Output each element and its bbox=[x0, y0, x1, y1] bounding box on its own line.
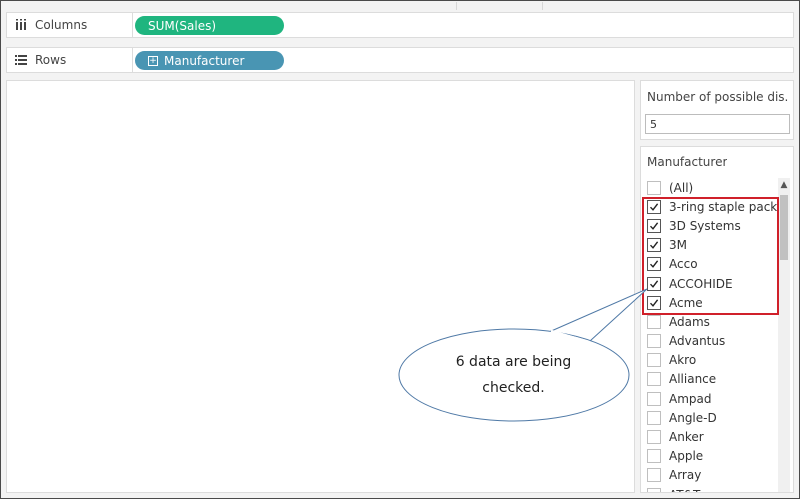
rows-shelf-label: Rows bbox=[35, 53, 67, 67]
filter-item-label: Ampad bbox=[669, 391, 712, 406]
filter-item-label: Anker bbox=[669, 430, 704, 445]
filter-title: Manufacturer bbox=[647, 155, 728, 169]
filter-item-label: AT&T bbox=[669, 488, 700, 492]
parameter-card: Number of possible dis... bbox=[640, 80, 794, 140]
filter-item[interactable]: ACCOHIDE bbox=[645, 274, 779, 293]
filter-item-label: Akro bbox=[669, 353, 697, 368]
filter-item-label: Alliance bbox=[669, 372, 717, 387]
filter-item[interactable]: 3-ring staple pack bbox=[645, 197, 779, 216]
checkbox-icon[interactable] bbox=[647, 449, 661, 464]
checkbox-icon[interactable] bbox=[647, 180, 661, 195]
checkbox-icon[interactable] bbox=[647, 353, 661, 368]
scroll-thumb[interactable] bbox=[780, 195, 788, 260]
filter-item-label: 3M bbox=[669, 238, 687, 253]
filter-list: (All) 3-ring staple pack 3D Systems 3M Acco A… bbox=[645, 178, 779, 492]
filter-item[interactable]: Angle-D bbox=[645, 408, 779, 427]
columns-shelf[interactable]: Columns SUM(Sales) bbox=[6, 12, 794, 38]
callout-line-1: 6 data are being bbox=[455, 354, 572, 370]
filter-item[interactable]: Ampad bbox=[645, 389, 779, 408]
filter-item-label: Adams bbox=[669, 314, 710, 329]
manufacturer-filter-card: Manufacturer (All) 3-ring staple pack 3D S… bbox=[640, 146, 794, 493]
checkbox-icon[interactable] bbox=[647, 314, 661, 329]
sum-sales-pill[interactable]: SUM(Sales) bbox=[135, 16, 284, 35]
filter-item-label: 3-ring staple pack bbox=[669, 199, 778, 214]
filter-item[interactable]: AT&T bbox=[645, 485, 779, 492]
filter-item[interactable]: Advantus bbox=[645, 332, 779, 351]
checked-checkbox-icon[interactable] bbox=[647, 238, 661, 253]
checkbox-icon[interactable] bbox=[647, 487, 661, 492]
filter-item-label: Acme bbox=[669, 295, 703, 310]
filter-item-label: 3D Systems bbox=[669, 218, 741, 233]
filter-item[interactable]: 3D Systems bbox=[645, 216, 779, 235]
filter-item-label: ACCOHIDE bbox=[669, 276, 733, 291]
parameter-value-input[interactable] bbox=[645, 114, 790, 134]
checkbox-icon[interactable] bbox=[647, 468, 661, 483]
manufacturer-pill-label: Manufacturer bbox=[164, 53, 245, 68]
checked-checkbox-icon[interactable] bbox=[647, 276, 661, 291]
filter-item[interactable]: Akro bbox=[645, 351, 779, 370]
filter-item-label: Advantus bbox=[669, 334, 726, 349]
checked-checkbox-icon[interactable] bbox=[647, 199, 661, 214]
filter-item-label: (All) bbox=[669, 180, 694, 195]
checkbox-icon[interactable] bbox=[647, 410, 661, 425]
parameter-title: Number of possible dis... bbox=[647, 90, 789, 104]
checked-checkbox-icon[interactable] bbox=[647, 257, 661, 272]
app-frame: Columns SUM(Sales) Rows + Manufacturer N… bbox=[0, 0, 800, 499]
callout-text: 6 data are being checked. bbox=[421, 349, 606, 401]
checkbox-icon[interactable] bbox=[647, 391, 661, 406]
rows-shelf-label-area: Rows bbox=[7, 48, 133, 72]
manufacturer-pill[interactable]: + Manufacturer bbox=[135, 51, 284, 70]
expand-plus-icon[interactable]: + bbox=[148, 55, 158, 66]
filter-scrollbar[interactable]: ▲ bbox=[778, 178, 790, 492]
checkbox-icon[interactable] bbox=[647, 430, 661, 445]
filter-item-label: Array bbox=[669, 468, 702, 483]
filter-item[interactable]: Adams bbox=[645, 312, 779, 331]
strip-divider bbox=[542, 2, 543, 10]
filter-item-label: Angle-D bbox=[669, 410, 717, 425]
filter-item-label: Apple bbox=[669, 449, 704, 464]
columns-icon bbox=[14, 18, 28, 32]
filter-item[interactable]: Acco bbox=[645, 255, 779, 274]
columns-shelf-label-area: Columns bbox=[7, 13, 133, 37]
filter-item[interactable]: Array bbox=[645, 466, 779, 485]
rows-icon bbox=[14, 53, 28, 67]
top-strip bbox=[2, 2, 799, 10]
filter-item[interactable]: Apple bbox=[645, 447, 779, 466]
columns-shelf-label: Columns bbox=[35, 18, 88, 32]
view-canvas[interactable] bbox=[6, 80, 635, 493]
scroll-up-arrow-icon[interactable]: ▲ bbox=[778, 178, 790, 192]
checked-checkbox-icon[interactable] bbox=[647, 218, 661, 233]
strip-divider bbox=[456, 2, 457, 10]
filter-item[interactable]: 3M bbox=[645, 236, 779, 255]
filter-item[interactable]: Acme bbox=[645, 293, 779, 312]
filter-item[interactable]: Alliance bbox=[645, 370, 779, 389]
filter-item-label: Acco bbox=[669, 257, 698, 272]
checkbox-icon[interactable] bbox=[647, 372, 661, 387]
callout-line-2: checked. bbox=[482, 380, 545, 396]
sum-sales-pill-label: SUM(Sales) bbox=[148, 18, 217, 33]
checked-checkbox-icon[interactable] bbox=[647, 295, 661, 310]
filter-item[interactable]: Anker bbox=[645, 427, 779, 446]
rows-shelf[interactable]: Rows + Manufacturer bbox=[6, 47, 794, 73]
filter-item[interactable]: (All) bbox=[645, 178, 779, 197]
checkbox-icon[interactable] bbox=[647, 334, 661, 349]
